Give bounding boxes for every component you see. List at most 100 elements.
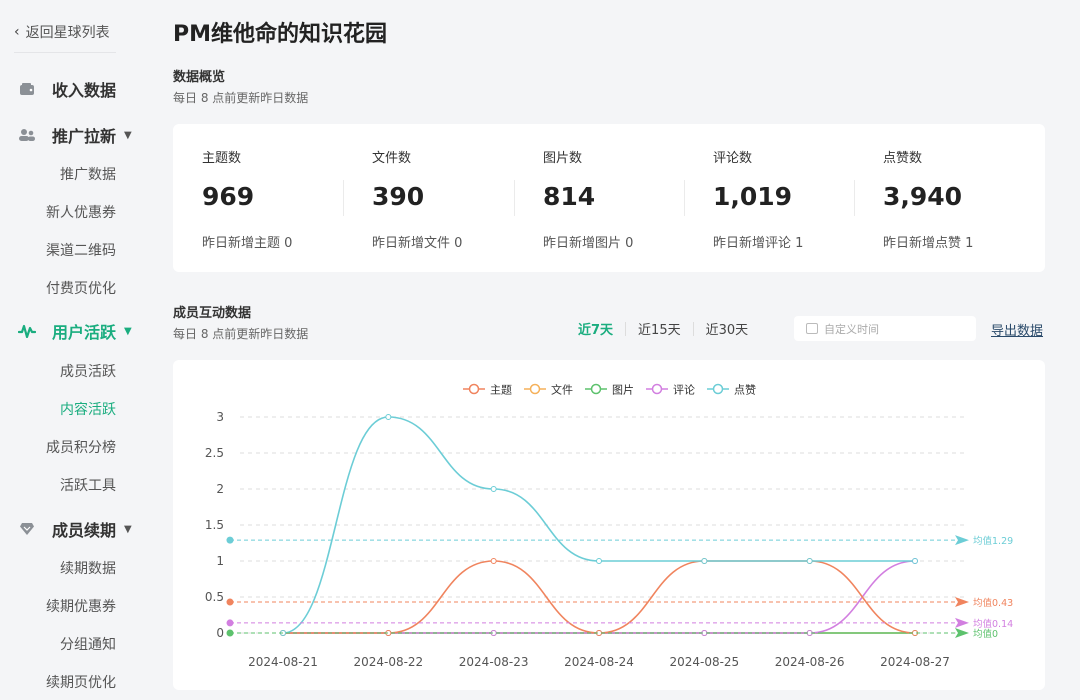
mean-label: 均值0.43 — [973, 597, 1013, 609]
sidebar-item-renewal-coupon[interactable]: 续期优惠券 — [16, 596, 116, 616]
y-tick-label: 0 — [216, 626, 224, 640]
data-point — [491, 559, 496, 564]
stat-divider — [514, 180, 515, 216]
stat-value: 814 — [543, 182, 595, 211]
custom-date-input[interactable]: 自定义时间 — [794, 316, 976, 341]
y-tick-label: 2.5 — [205, 446, 224, 460]
stat-images: 图片数 814 昨日新增图片 0 — [514, 124, 684, 272]
stat-sub: 昨日新增主题 0 — [202, 232, 292, 251]
stat-value: 3,940 — [883, 182, 962, 211]
y-tick-label: 0.5 — [205, 590, 224, 604]
sidebar-item-member-activity[interactable]: 成员活跃 — [16, 361, 116, 381]
sidebar-group-label: 成员续期 — [52, 517, 116, 541]
x-tick-label: 2024-08-26 — [775, 655, 845, 669]
data-point — [386, 415, 391, 420]
interaction-line-chart: 00.511.522.532024-08-212024-08-222024-08… — [173, 360, 1045, 690]
sidebar-item-channel-qrcode[interactable]: 渠道二维码 — [16, 240, 116, 260]
export-data-link[interactable]: 导出数据 — [991, 320, 1043, 339]
sidebar-item-promo-data[interactable]: 推广数据 — [16, 164, 116, 184]
chart-card: 00.511.522.532024-08-212024-08-222024-08… — [173, 360, 1045, 690]
y-tick-label: 3 — [216, 410, 224, 424]
stat-sub: 昨日新增文件 0 — [372, 232, 462, 251]
mean-arrow — [955, 597, 969, 607]
legend-label: 点赞 — [734, 384, 756, 397]
sidebar-item-group-notice[interactable]: 分组通知 — [16, 634, 116, 654]
range-tabs: 近7天 近15天 近30天 — [566, 319, 760, 338]
back-label: 返回星球列表 — [26, 22, 110, 42]
stat-sub: 昨日新增点赞 1 — [883, 232, 973, 251]
legend-label: 主题 — [490, 384, 512, 397]
stat-value: 390 — [372, 182, 424, 211]
sidebar-item-new-coupon[interactable]: 新人优惠券 — [16, 202, 116, 222]
sidebar-group-promotion[interactable]: 推广拉新 ▼ — [18, 123, 132, 147]
legend-marker — [592, 385, 601, 394]
mean-arrow — [955, 618, 969, 628]
sidebar-item-renewal-page-optimize[interactable]: 续期页优化 — [16, 672, 116, 692]
back-to-planet-list-link[interactable]: ‹ 返回星球列表 — [14, 22, 110, 42]
tab-15-days[interactable]: 近15天 — [626, 319, 693, 338]
stat-divider — [854, 180, 855, 216]
stat-label: 评论数 — [713, 147, 752, 166]
stat-topics: 主题数 969 昨日新增主题 0 — [173, 124, 343, 272]
sidebar-item-renewal-data[interactable]: 续期数据 — [16, 558, 116, 578]
tab-30-days[interactable]: 近30天 — [694, 319, 761, 338]
mean-arrow — [955, 535, 969, 545]
overview-subtitle: 每日 8 点前更新昨日数据 — [173, 89, 308, 106]
caret-down-icon: ▼ — [124, 326, 132, 337]
sidebar-divider — [14, 52, 116, 53]
legend-marker — [531, 385, 540, 394]
users-icon — [18, 126, 36, 144]
legend-marker — [470, 385, 479, 394]
interaction-subtitle: 每日 8 点前更新昨日数据 — [173, 325, 308, 342]
sidebar-group-renewal[interactable]: 成员续期 ▼ — [18, 517, 132, 541]
data-point — [491, 487, 496, 492]
stat-value: 969 — [202, 182, 254, 211]
sidebar: ‹ 返回星球列表 收入数据 推广拉新 ▼ 推广数据 新人优惠券 渠道二维码 付费… — [0, 0, 150, 700]
tab-7-days[interactable]: 近7天 — [566, 319, 625, 338]
mean-label: 均值1.29 — [973, 535, 1013, 547]
interaction-title: 成员互动数据 — [173, 302, 251, 321]
legend-label: 图片 — [612, 384, 634, 397]
legend-label: 文件 — [551, 383, 573, 397]
legend-label: 评论 — [673, 383, 695, 397]
calendar-icon — [806, 323, 818, 334]
custom-date-placeholder: 自定义时间 — [824, 321, 879, 337]
sidebar-item-content-activity[interactable]: 内容活跃 — [16, 399, 116, 419]
mean-start-marker — [227, 537, 234, 544]
data-point — [807, 559, 812, 564]
data-point — [702, 559, 707, 564]
page-title: PM维他命的知识花园 — [173, 16, 387, 48]
sidebar-item-points-ranking[interactable]: 成员积分榜 — [16, 437, 116, 457]
sidebar-group-label: 推广拉新 — [52, 123, 116, 147]
caret-down-icon: ▼ — [124, 524, 132, 535]
sidebar-item-activity-tools[interactable]: 活跃工具 — [16, 475, 116, 495]
stat-comments: 评论数 1,019 昨日新增评论 1 — [684, 124, 854, 272]
x-tick-label: 2024-08-21 — [248, 655, 318, 669]
x-tick-label: 2024-08-25 — [669, 655, 739, 669]
stat-label: 图片数 — [543, 147, 582, 166]
diamond-icon — [18, 520, 36, 538]
stat-label: 点赞数 — [883, 147, 922, 166]
stat-likes: 点赞数 3,940 昨日新增点赞 1 — [854, 124, 1024, 272]
stat-sub: 昨日新增图片 0 — [543, 232, 633, 251]
stat-files: 文件数 390 昨日新增文件 0 — [343, 124, 513, 272]
stat-sub: 昨日新增评论 1 — [713, 232, 803, 251]
sidebar-group-label: 用户活跃 — [52, 319, 116, 343]
sidebar-group-income[interactable]: 收入数据 — [18, 77, 116, 101]
legend-marker — [653, 385, 662, 394]
stat-label: 主题数 — [202, 147, 241, 166]
mean-label: 均值0.14 — [973, 618, 1013, 630]
wallet-icon — [18, 80, 36, 98]
sidebar-group-user-activity[interactable]: 用户活跃 ▼ — [18, 319, 132, 343]
x-tick-label: 2024-08-24 — [564, 655, 634, 669]
stat-value: 1,019 — [713, 182, 792, 211]
y-tick-label: 2 — [216, 482, 224, 496]
caret-down-icon: ▼ — [124, 130, 132, 141]
mean-start-marker — [227, 619, 234, 626]
stat-divider — [684, 180, 685, 216]
x-tick-label: 2024-08-22 — [353, 655, 423, 669]
pulse-icon — [18, 322, 36, 340]
sidebar-item-paypage-optimize[interactable]: 付费页优化 — [16, 278, 116, 298]
overview-title: 数据概览 — [173, 66, 225, 85]
stat-divider — [343, 180, 344, 216]
